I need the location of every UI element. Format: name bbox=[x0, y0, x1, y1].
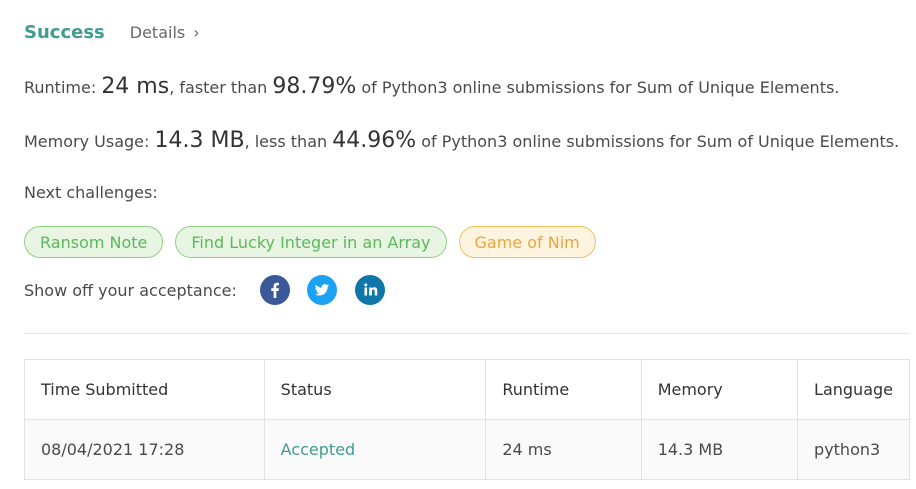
cell-memory: 14.3 MB bbox=[640, 419, 799, 480]
runtime-comparison: , faster than bbox=[169, 78, 268, 97]
challenge-chip-game-of-nim[interactable]: Game of Nim bbox=[458, 226, 596, 258]
column-header-language: Language bbox=[797, 359, 910, 420]
column-header-status: Status bbox=[263, 359, 487, 420]
runtime-label: Runtime: bbox=[24, 78, 97, 97]
memory-suffix: of Python3 online submissions for Sum of… bbox=[421, 132, 900, 151]
table-header-row: Time Submitted Status Runtime Memory Lan… bbox=[24, 359, 910, 420]
memory-percent: 44.96% bbox=[332, 128, 417, 153]
details-label: Details bbox=[129, 23, 186, 42]
memory-value: 14.3 MB bbox=[154, 128, 245, 153]
table-row: 08/04/2021 17:28 Accepted 24 ms 14.3 MB … bbox=[24, 419, 910, 480]
runtime-percent: 98.79% bbox=[272, 74, 357, 99]
success-status: Success bbox=[24, 22, 105, 43]
challenge-chip-ransom-note[interactable]: Ransom Note bbox=[24, 226, 164, 258]
facebook-icon[interactable] bbox=[260, 275, 290, 305]
column-header-memory: Memory bbox=[640, 359, 799, 420]
memory-stat: Memory Usage: 14.3 MB, less than 44.96% … bbox=[24, 128, 899, 153]
twitter-icon[interactable] bbox=[307, 275, 337, 305]
runtime-value: 24 ms bbox=[101, 74, 170, 99]
result-header: Success Details › bbox=[24, 22, 200, 43]
runtime-suffix: of Python3 online submissions for Sum of… bbox=[361, 78, 840, 97]
cell-language: python3 bbox=[797, 419, 910, 480]
next-challenges-label: Next challenges: bbox=[24, 183, 158, 202]
share-label: Show off your acceptance: bbox=[24, 281, 237, 300]
next-challenges-list: Ransom Note Find Lucky Integer in an Arr… bbox=[24, 226, 608, 258]
submissions-table: Time Submitted Status Runtime Memory Lan… bbox=[24, 359, 910, 480]
chevron-right-icon: › bbox=[193, 23, 200, 42]
column-header-time-submitted: Time Submitted bbox=[24, 359, 265, 420]
cell-runtime: 24 ms bbox=[485, 419, 642, 480]
divider bbox=[24, 333, 910, 334]
runtime-stat: Runtime: 24 ms, faster than 98.79% of Py… bbox=[24, 74, 839, 99]
memory-label: Memory Usage: bbox=[24, 132, 150, 151]
linkedin-icon[interactable] bbox=[355, 275, 385, 305]
cell-time-submitted: 08/04/2021 17:28 bbox=[24, 419, 265, 480]
details-link[interactable]: Details › bbox=[130, 23, 200, 42]
challenge-chip-find-lucky-integer[interactable]: Find Lucky Integer in an Array bbox=[175, 226, 447, 258]
column-header-runtime: Runtime bbox=[485, 359, 642, 420]
memory-comparison: , less than bbox=[244, 132, 328, 151]
cell-status-link[interactable]: Accepted bbox=[263, 419, 487, 480]
